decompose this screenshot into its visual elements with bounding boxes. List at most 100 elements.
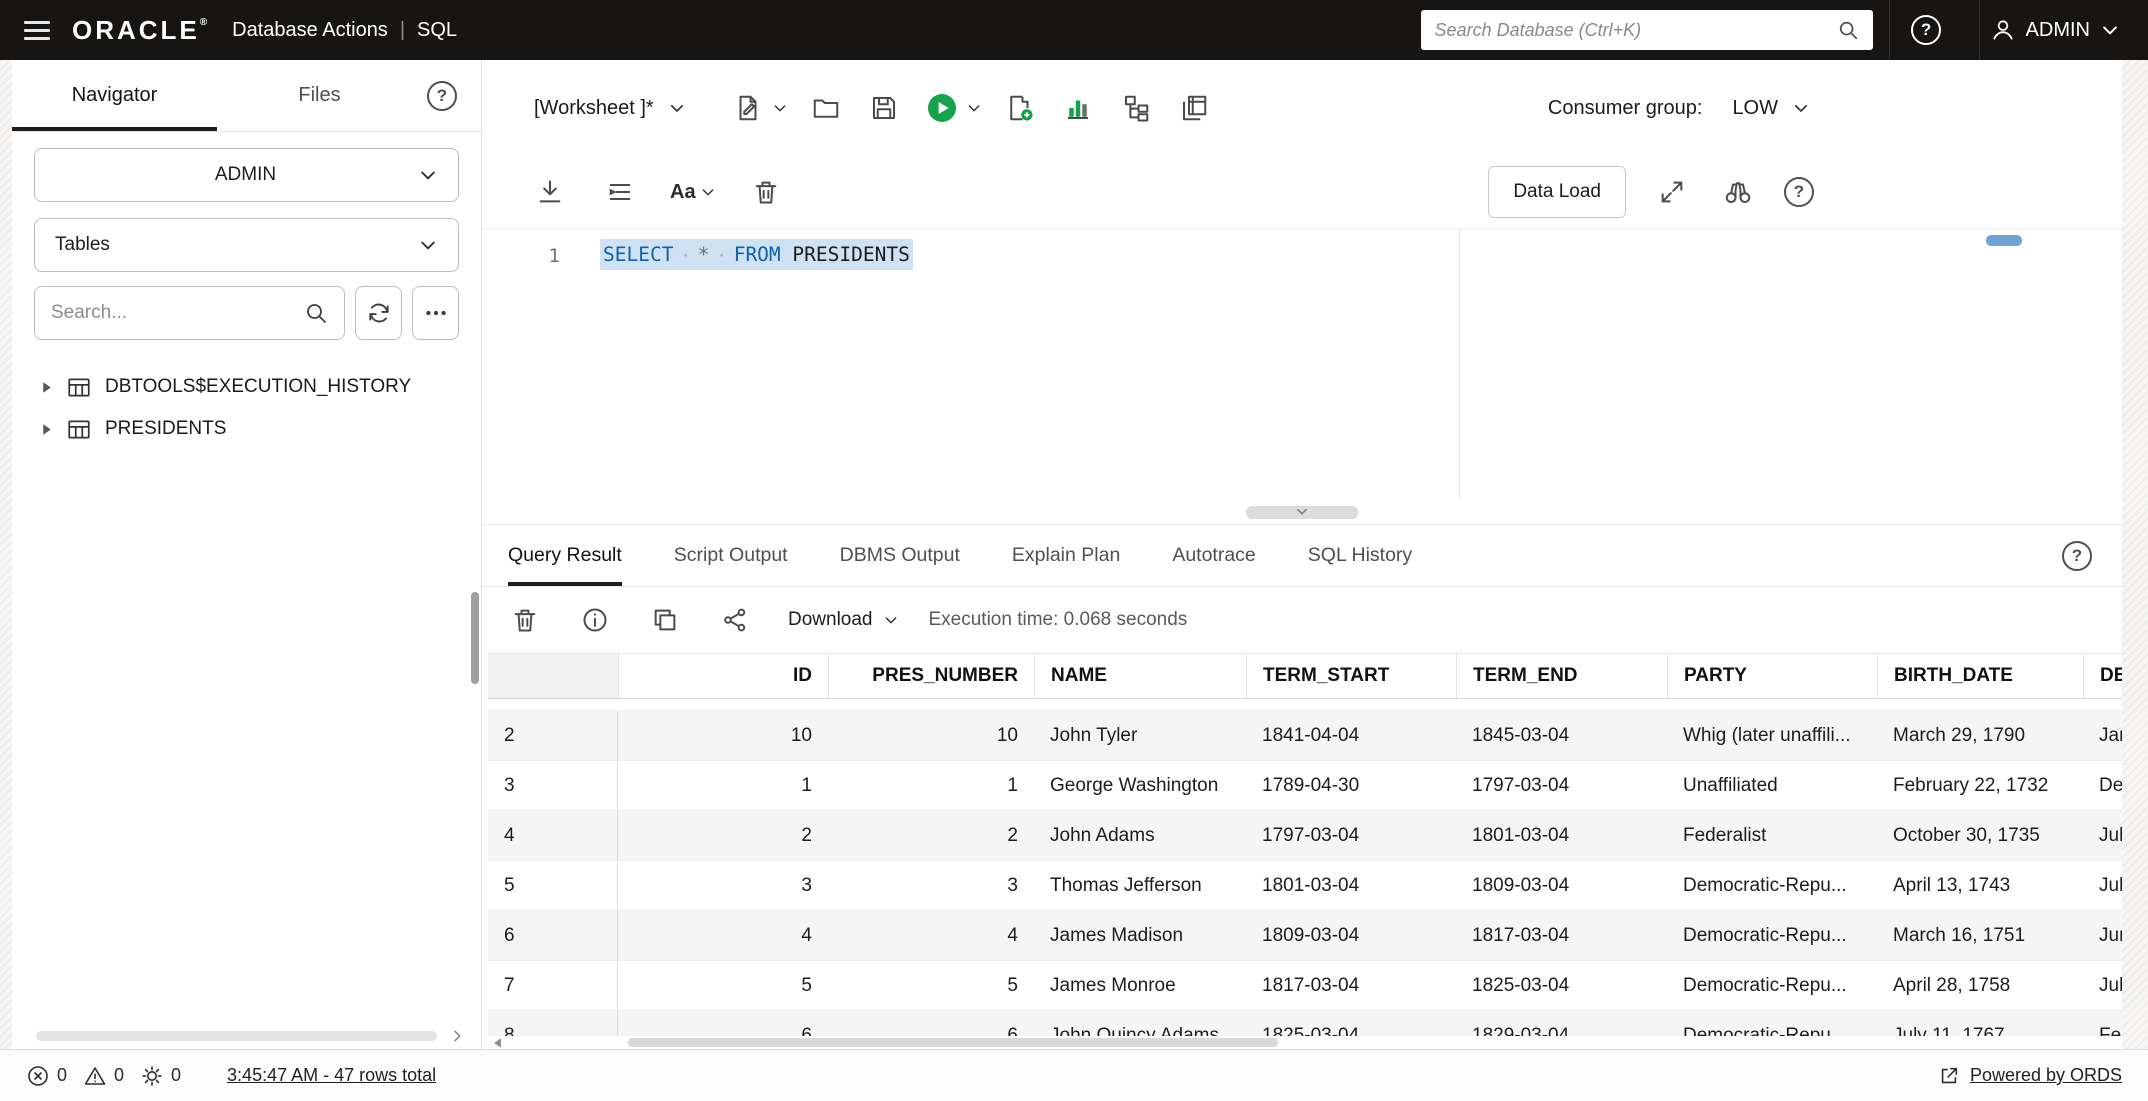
tree-search-input[interactable] [51,302,296,324]
format-button[interactable] [600,172,640,212]
tab-files[interactable]: Files [217,60,422,131]
row-number[interactable]: 6 [488,911,618,960]
powered-by-ords-link[interactable]: Powered by ORDS [1970,1065,2122,1086]
cell[interactable]: July [2083,861,2122,910]
results-help[interactable]: ? [2062,525,2092,586]
cell[interactable]: Thomas Jefferson [1034,861,1246,910]
tree-search[interactable] [34,286,345,340]
editor-code-line[interactable]: SELECT·*·FROM PRESIDENTS [600,229,913,500]
table-row[interactable]: 755James Monroe1817-03-041825-03-04Democ… [488,961,2122,1011]
expand-arrow-icon[interactable] [40,423,53,436]
explain-plan-button[interactable] [1058,88,1098,128]
cell[interactable]: April 28, 1758 [1877,961,2083,1010]
sidebar-vertical-scrollbar[interactable] [470,132,480,1025]
cell[interactable]: John Quincy Adams [1034,1011,1246,1036]
cell[interactable]: February 22, 1732 [1877,761,2083,810]
column-header[interactable]: NAME [1034,654,1246,698]
cell[interactable]: 3 [618,861,828,910]
download-results-button[interactable]: Download [788,609,899,631]
table-row[interactable]: 311George Washington1789-04-301797-03-04… [488,761,2122,811]
cell[interactable]: James Monroe [1034,961,1246,1010]
tab-sql-history[interactable]: SQL History [1308,525,1412,586]
cell[interactable]: 1825-03-04 [1456,961,1667,1010]
hamburger-menu-icon[interactable] [24,21,50,40]
global-search-input[interactable] [1435,20,1827,41]
tab-script-output[interactable]: Script Output [674,525,788,586]
cell[interactable]: July 11, 1767 [1877,1011,2083,1036]
cell[interactable]: 2 [828,811,1034,860]
cell[interactable]: 6 [618,1011,828,1036]
column-header[interactable]: ID [618,654,828,698]
cell[interactable]: Dec [2083,761,2122,810]
row-number[interactable]: 8 [488,1011,618,1036]
cell[interactable]: 1801-03-04 [1246,861,1456,910]
cell[interactable]: John Adams [1034,811,1246,860]
column-header[interactable]: PARTY [1667,654,1877,698]
chevron-down-icon[interactable] [772,100,788,116]
help-icon[interactable]: ? [2062,541,2092,571]
run-script-button[interactable] [1000,88,1040,128]
global-search[interactable] [1421,10,1873,50]
cell[interactable]: July [2083,811,2122,860]
open-file-button[interactable] [806,88,846,128]
help-icon[interactable]: ? [427,81,457,111]
find-button[interactable] [1718,172,1758,212]
tree-item-presidents[interactable]: PRESIDENTS [12,408,481,450]
cell[interactable]: 1801-03-04 [1456,811,1667,860]
save-button[interactable] [864,88,904,128]
open-in-new-tab-button[interactable] [648,603,682,637]
cell[interactable]: July [2083,961,2122,1010]
download-worksheet-button[interactable] [530,172,570,212]
data-load-button[interactable]: Data Load [1488,166,1626,218]
schema-selector[interactable]: ADMIN [34,148,459,202]
table-row[interactable]: 21010John Tyler1841-04-041845-03-04Whig … [488,711,2122,761]
cell[interactable]: Whig (later unaffili... [1667,711,1877,760]
grid-horizontal-scrollbar[interactable] [488,1036,2122,1049]
refresh-button[interactable] [355,286,402,340]
cell[interactable]: October 30, 1735 [1877,811,2083,860]
scroll-left-arrow-icon[interactable] [492,1037,504,1049]
cell[interactable]: 1 [828,761,1034,810]
cell[interactable]: John Tyler [1034,711,1246,760]
cell[interactable]: 1789-04-30 [1246,761,1456,810]
splitter-grip[interactable] [1246,506,1358,519]
editor-scrollbar-thumb[interactable] [1986,235,2022,246]
font-size-button[interactable]: Aa [670,181,716,204]
share-result-button[interactable] [718,603,752,637]
cell[interactable]: 1841-04-04 [1246,711,1456,760]
cell[interactable]: March 16, 1751 [1877,911,2083,960]
panel-splitter[interactable] [482,500,2122,524]
chevron-down-icon[interactable] [1792,99,1810,117]
cell[interactable]: 1817-03-04 [1456,911,1667,960]
cell[interactable]: Democratic-Repu... [1667,911,1877,960]
table-row[interactable]: 866John Quincy Adams1825-03-041829-03-04… [488,1011,2122,1036]
column-header[interactable]: PRES_NUMBER [828,654,1034,698]
cell[interactable]: Democratic-Repu... [1667,1011,1877,1036]
worksheet-selector[interactable]: [Worksheet ]* [534,97,686,120]
row-number[interactable]: 7 [488,961,618,1010]
consumer-group-selector[interactable]: Consumer group: LOW [1548,97,1810,120]
cell[interactable]: Democratic-Repu... [1667,861,1877,910]
column-header[interactable]: BIRTH_DATE [1877,654,2083,698]
scrollbar-thumb[interactable] [471,592,479,684]
row-number[interactable]: 4 [488,811,618,860]
cell[interactable]: James Madison [1034,911,1246,960]
tab-autotrace[interactable]: Autotrace [1172,525,1255,586]
cell[interactable]: 1845-03-04 [1456,711,1667,760]
cell[interactable]: Jan [2083,711,2122,760]
more-options-button[interactable] [412,286,459,340]
row-number[interactable]: 3 [488,761,618,810]
chevron-right-icon[interactable] [449,1028,465,1044]
tab-query-result[interactable]: Query Result [508,525,622,586]
cell[interactable]: 1829-03-04 [1456,1011,1667,1036]
cell[interactable]: Feb [2083,1011,2122,1036]
search-icon[interactable] [1837,19,1859,41]
cell[interactable]: March 29, 1790 [1877,711,2083,760]
tree-item-dbtools-execution-history[interactable]: DBTOOLS$EXECUTION_HISTORY [12,366,481,408]
new-worksheet-button[interactable] [728,88,788,128]
autotrace-button[interactable] [1116,88,1156,128]
sidebar-horizontal-scrollbar[interactable] [36,1031,437,1041]
cell[interactable]: 1797-03-04 [1456,761,1667,810]
cell[interactable]: 5 [618,961,828,1010]
cell[interactable]: Federalist [1667,811,1877,860]
